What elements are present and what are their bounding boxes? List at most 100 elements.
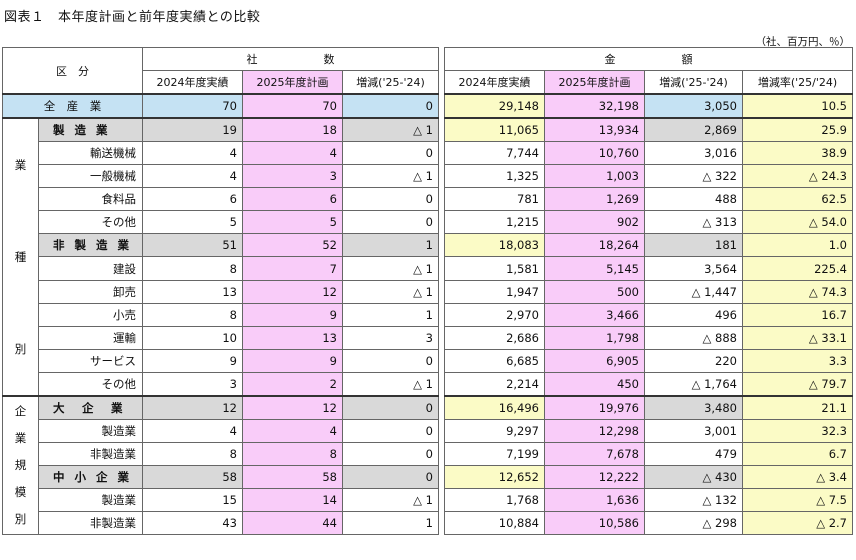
table-row: 卸売 13 12 △ 1 1,947 500 △ 1,447 △ 74.3 <box>3 279 853 304</box>
cell-amount-2024: 6,685 <box>444 348 545 373</box>
cell-amount-2025: 1,798 <box>544 325 645 350</box>
cell-amount-diff: 479 <box>644 442 743 466</box>
cell-amount-2024: 2,214 <box>444 371 545 397</box>
cell-amount-2025: 6,905 <box>544 348 645 373</box>
cell-count-2024: 58 <box>142 465 243 489</box>
cell-amount-diff: 3,480 <box>644 395 743 420</box>
cell-count-2024: 10 <box>142 325 243 350</box>
cell-count-2024: 6 <box>142 187 243 212</box>
cell-count-2025: 12 <box>242 395 343 420</box>
total-count-diff: 0 <box>342 93 439 119</box>
cell-amount-diff: 220 <box>644 348 743 373</box>
cell-count-2025: 2 <box>242 371 343 397</box>
cell-count-2024: 8 <box>142 442 243 466</box>
cell-amount-rate: 62.5 <box>742 187 853 212</box>
cell-amount-2025: 13,934 <box>544 117 645 143</box>
cell-count-diff: 0 <box>342 187 439 212</box>
cell-count-diff: △ 1 <box>342 164 439 189</box>
cell-amount-2024: 10,884 <box>444 511 545 535</box>
cell-amount-diff: △ 298 <box>644 511 743 535</box>
header-amount-2025: 2025年度計画 <box>544 70 645 95</box>
total-label: 全 産 業 <box>2 93 143 119</box>
cell-amount-rate: 25.9 <box>742 117 853 143</box>
cell-amount-2025: 10,760 <box>544 141 645 166</box>
subtotal-row: 中 小 企 業 58 58 0 12,652 12,222 △ 430 △ 3.4 <box>3 465 853 489</box>
cell-amount-2024: 1,581 <box>444 256 545 281</box>
cell-count-2024: 3 <box>142 371 243 397</box>
cell-count-2025: 4 <box>242 141 343 166</box>
header-group-amount: 金 額 <box>444 47 853 71</box>
cell-amount-2025: 1,636 <box>544 488 645 512</box>
section-label-char: 種 <box>14 250 27 264</box>
cell-count-2024: 4 <box>142 164 243 189</box>
cell-count-diff: 0 <box>342 348 439 373</box>
cell-amount-rate: △ 7.5 <box>742 488 853 512</box>
section-label-char: 別 <box>14 512 27 526</box>
row-label: 輸送機械 <box>38 141 143 166</box>
cell-amount-rate: △ 33.1 <box>742 325 853 350</box>
cell-amount-2024: 18,083 <box>444 233 545 258</box>
table-row: 輸送機械 4 4 0 7,744 10,760 3,016 38.9 <box>3 141 853 166</box>
row-label: 製造業 <box>38 419 143 443</box>
cell-amount-rate: 16.7 <box>742 302 853 327</box>
cell-count-diff: 1 <box>342 511 439 535</box>
row-label: 大 企 業 <box>38 395 143 420</box>
cell-count-2025: 52 <box>242 233 343 258</box>
cell-count-diff: 1 <box>342 233 439 258</box>
table-row: 運輸 10 13 3 2,686 1,798 △ 888 △ 33.1 <box>3 325 853 350</box>
cell-count-2025: 9 <box>242 348 343 373</box>
section-label-industry: 業種別 <box>2 117 39 397</box>
cell-count-2025: 14 <box>242 488 343 512</box>
table-header: 区 分 社 数 金 額 2024年度実績 2025年度計画 増減('25-'24… <box>2 47 853 95</box>
section-label-char: 業 <box>14 158 27 172</box>
cell-amount-2025: 3,466 <box>544 302 645 327</box>
total-amount-diff: 3,050 <box>644 93 743 119</box>
table-row: その他 5 5 0 1,215 902 △ 313 △ 54.0 <box>3 210 853 235</box>
cell-count-diff: 0 <box>342 442 439 466</box>
table-title: 図表１ 本年度計画と前年度実績との比較 <box>4 10 261 25</box>
cell-amount-rate: 6.7 <box>742 442 853 466</box>
row-label: 製造業 <box>38 488 143 512</box>
header-count-2025: 2025年度計画 <box>242 70 343 95</box>
cell-count-diff: 0 <box>342 465 439 489</box>
row-label: 食料品 <box>38 187 143 212</box>
table-row: 食料品 6 6 0 781 1,269 488 62.5 <box>3 187 853 212</box>
header-group-count: 社 数 <box>142 47 439 71</box>
cell-amount-rate: △ 2.7 <box>742 511 853 535</box>
cell-amount-2025: 12,298 <box>544 419 645 443</box>
cell-amount-rate: △ 74.3 <box>742 279 853 304</box>
cell-count-2024: 5 <box>142 210 243 235</box>
table-row: 建設 8 7 △ 1 1,581 5,145 3,564 225.4 <box>3 256 853 281</box>
row-label: 非製造業 <box>38 511 143 535</box>
cell-amount-diff: △ 132 <box>644 488 743 512</box>
section-label-char: 企 <box>14 404 27 418</box>
cell-count-2024: 8 <box>142 302 243 327</box>
table-row: 製造業 4 4 0 9,297 12,298 3,001 32.3 <box>3 419 853 443</box>
section-label-char: 別 <box>14 342 27 356</box>
section-label-scale: 企業規模別 <box>2 395 39 535</box>
cell-count-2025: 8 <box>242 442 343 466</box>
cell-amount-2024: 11,065 <box>444 117 545 143</box>
cell-count-2024: 8 <box>142 256 243 281</box>
cell-amount-2024: 12,652 <box>444 465 545 489</box>
cell-amount-rate: 1.0 <box>742 233 853 258</box>
row-label: 非 製 造 業 <box>38 233 143 258</box>
section-label-char: 模 <box>14 485 27 499</box>
total-amount-2025: 32,198 <box>544 93 645 119</box>
cell-count-2024: 43 <box>142 511 243 535</box>
cell-count-diff: 0 <box>342 210 439 235</box>
cell-count-2025: 58 <box>242 465 343 489</box>
cell-amount-2024: 16,496 <box>444 395 545 420</box>
cell-count-2024: 51 <box>142 233 243 258</box>
table-body: 全 産 業 70 70 0 29,148 32,198 3,050 10.5 業… <box>2 93 853 535</box>
cell-amount-diff: △ 313 <box>644 210 743 235</box>
header-category: 区 分 <box>2 47 143 95</box>
cell-amount-rate: 21.1 <box>742 395 853 420</box>
comparison-table: 区 分 社 数 金 額 2024年度実績 2025年度計画 増減('25-'24… <box>2 47 853 535</box>
cell-amount-2024: 1,768 <box>444 488 545 512</box>
cell-amount-2025: 7,678 <box>544 442 645 466</box>
section-label-char: 規 <box>14 458 27 472</box>
subtotal-row: 業種別製 造 業 19 18 △ 1 11,065 13,934 2,869 25.9 <box>2 117 853 397</box>
cell-count-diff: 1 <box>342 302 439 327</box>
cell-count-2025: 9 <box>242 302 343 327</box>
